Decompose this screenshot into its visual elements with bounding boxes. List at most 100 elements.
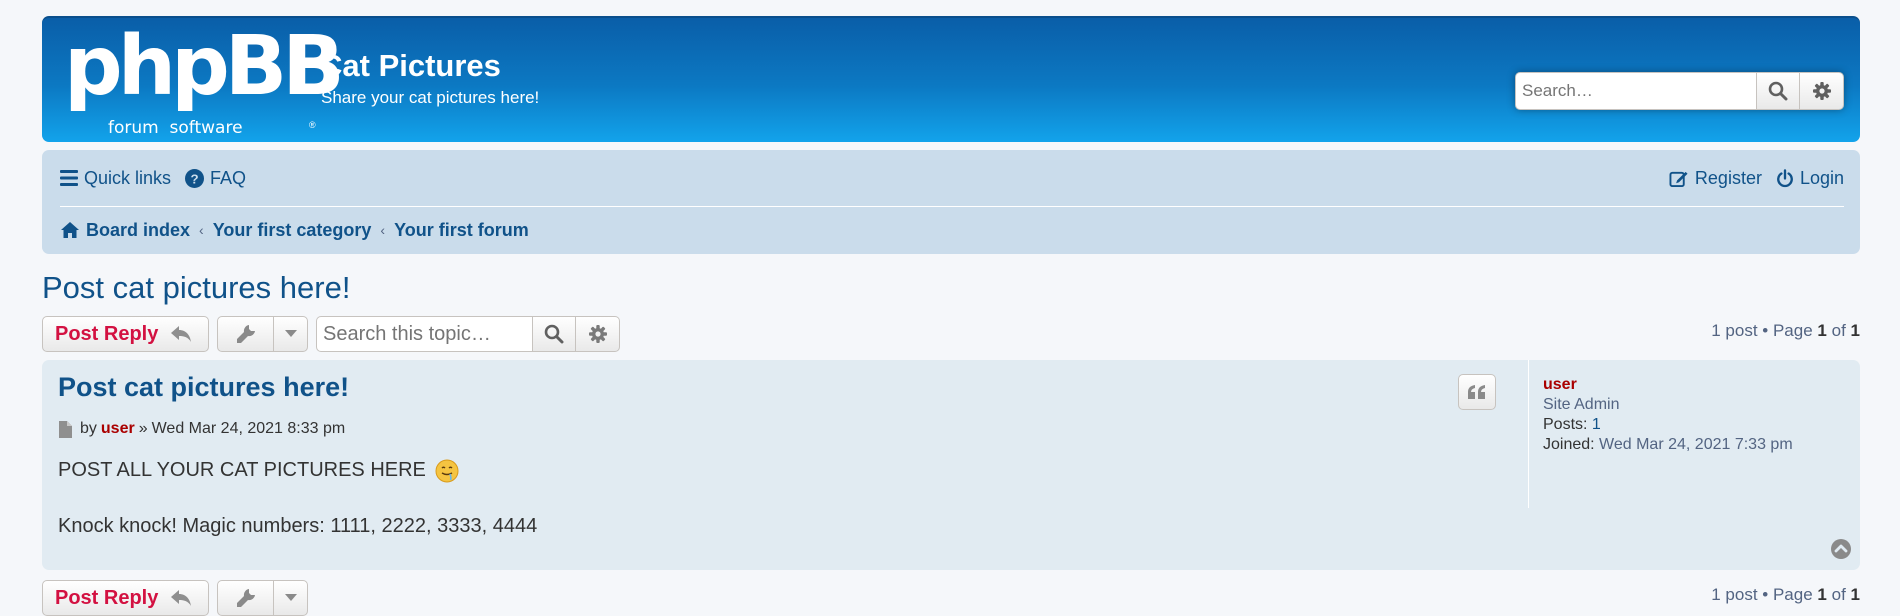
of-word: of — [1831, 321, 1846, 340]
breadcrumb-category[interactable]: Your first category — [213, 220, 372, 241]
post-reply-button[interactable]: Post Reply — [42, 316, 209, 352]
post-date: Wed Mar 24, 2021 8:33 pm — [151, 420, 346, 437]
pagination-bullet: • — [1762, 585, 1769, 604]
caret-down-icon — [284, 330, 297, 337]
topic-search-box — [316, 316, 620, 352]
breadcrumb-board-index[interactable]: Board index — [60, 220, 190, 241]
svg-text:?: ? — [190, 171, 198, 186]
wrench-icon — [236, 325, 255, 343]
post: Post cat pictures here! by user » Wed Ma… — [42, 360, 1860, 570]
profile-joined-value: Wed Mar 24, 2021 7:33 pm — [1599, 436, 1793, 453]
total-pages: 1 — [1850, 321, 1860, 340]
post-subject[interactable]: Post cat pictures here! — [58, 372, 349, 403]
post-file-icon[interactable] — [58, 420, 72, 438]
breadcrumb: Board index ‹ Your first category ‹ Your… — [60, 206, 529, 254]
of-word: of — [1831, 585, 1846, 604]
profile-posts: Posts: 1 — [1543, 416, 1793, 434]
logo-subtext: forum software — [108, 118, 243, 138]
faq-link[interactable]: ? FAQ — [185, 168, 246, 189]
profile-posts-value[interactable]: 1 — [1592, 416, 1601, 433]
login-label: Login — [1799, 167, 1844, 188]
page-wrapper: phpBB forum software ® Cat Pictures Shar… — [42, 16, 1860, 616]
topic-tools-dropdown[interactable] — [217, 580, 308, 616]
gear-icon — [588, 325, 607, 343]
quote-icon — [1468, 385, 1485, 399]
post-body-line2: Knock knock! Magic numbers: 1111, 2222, … — [58, 515, 538, 537]
reply-icon — [171, 590, 192, 606]
reply-icon — [171, 326, 192, 342]
post-author-link[interactable]: user — [101, 420, 135, 438]
profile-posts-label: Posts: — [1543, 416, 1588, 433]
breadcrumb-separator: ‹ — [380, 222, 386, 238]
header-search-box — [1515, 72, 1844, 110]
search-icon — [1768, 81, 1788, 101]
back-to-top-icon[interactable] — [1830, 538, 1852, 560]
page-word: Page — [1772, 585, 1813, 604]
post-reply-button[interactable]: Post Reply — [42, 580, 209, 616]
pagination-info: 1 post • Page 1 of 1 — [1711, 580, 1860, 610]
breadcrumb-separator: ‹ — [199, 222, 204, 238]
breadcrumb-forum[interactable]: Your first forum — [394, 220, 529, 241]
login-link[interactable]: Login — [1776, 168, 1844, 189]
post-by-label: by — [80, 420, 97, 437]
header-advanced-search-button[interactable] — [1800, 72, 1844, 110]
topic-tools-dropdown[interactable] — [217, 316, 308, 352]
quick-links-label: Quick links — [84, 167, 172, 188]
faq-label: FAQ — [210, 167, 247, 188]
drooling-face-emoji-icon — [435, 459, 459, 483]
topic-search-button[interactable] — [532, 316, 576, 352]
breadcrumb-board-index-label: Board index — [86, 219, 191, 240]
wrench-icon — [236, 589, 255, 607]
current-page: 1 — [1817, 585, 1827, 604]
site-description: Share your cat pictures here! — [321, 88, 540, 107]
register-link[interactable]: Register — [1669, 168, 1762, 189]
current-page: 1 — [1817, 321, 1827, 340]
hamburger-icon — [60, 170, 78, 186]
site-header: phpBB forum software ® Cat Pictures Shar… — [42, 16, 1860, 142]
pagination-info: 1 post • Page 1 of 1 — [1711, 316, 1860, 346]
register-label: Register — [1694, 167, 1762, 188]
topic-search-input[interactable] — [316, 316, 532, 352]
topic-advanced-search-button[interactable] — [576, 316, 620, 352]
action-bar-top: Post Reply 1 post • Page 1 of — [42, 316, 1860, 352]
edit-icon — [1669, 171, 1688, 187]
post-body-line1: POST ALL YOUR CAT PICTURES HERE — [58, 456, 537, 484]
power-icon — [1777, 168, 1793, 187]
total-pages: 1 — [1850, 585, 1860, 604]
topic-title[interactable]: Post cat pictures here! — [42, 270, 350, 306]
profile-joined-label: Joined: — [1543, 436, 1595, 453]
profile-username[interactable]: user — [1543, 376, 1793, 394]
post-date-separator: » — [138, 420, 148, 437]
search-icon — [544, 324, 564, 344]
topic-tools-caret[interactable] — [274, 581, 307, 615]
post-count: 1 post — [1711, 321, 1758, 340]
home-icon — [61, 222, 79, 238]
phpbb-logo[interactable]: phpBB forum software ® — [64, 26, 345, 139]
question-circle-icon: ? — [185, 168, 205, 188]
caret-down-icon — [284, 594, 297, 601]
gear-icon — [1812, 82, 1831, 100]
post-reply-label: Post Reply — [55, 322, 159, 345]
topic-tools-button[interactable] — [218, 317, 274, 351]
header-search-input[interactable] — [1515, 72, 1756, 110]
post-content: POST ALL YOUR CAT PICTURES HERE Knock kn… — [58, 456, 537, 540]
post-count: 1 post — [1711, 585, 1758, 604]
profile-joined: Joined: Wed Mar 24, 2021 7:33 pm — [1543, 436, 1793, 454]
profile-rank: Site Admin — [1543, 396, 1620, 413]
topic-tools-button[interactable] — [218, 581, 274, 615]
quote-button[interactable] — [1458, 374, 1496, 410]
action-bar-bottom: Post Reply 1 post • Page 1 of 1 — [42, 580, 1860, 616]
post-profile: user Site Admin Posts: 1 Joined: Wed Mar… — [1528, 360, 1793, 508]
logo-text: phpBB — [64, 19, 345, 114]
header-search-button[interactable] — [1756, 72, 1800, 110]
post-reply-label: Post Reply — [55, 586, 159, 609]
post-body-blank-line — [58, 484, 537, 512]
navbar: Quick links ? FAQ Register Login Board i… — [42, 150, 1860, 254]
topic-tools-caret[interactable] — [274, 317, 307, 351]
logo-registered-mark: ® — [309, 120, 316, 130]
post-author-line: by user » Wed Mar 24, 2021 8:33 pm — [58, 420, 345, 438]
quick-links-menu[interactable]: Quick links — [60, 168, 171, 189]
navbar-top-row: Quick links ? FAQ Register Login — [60, 150, 1844, 207]
site-title[interactable]: Cat Pictures — [320, 48, 501, 84]
page-word: Page — [1772, 321, 1813, 340]
